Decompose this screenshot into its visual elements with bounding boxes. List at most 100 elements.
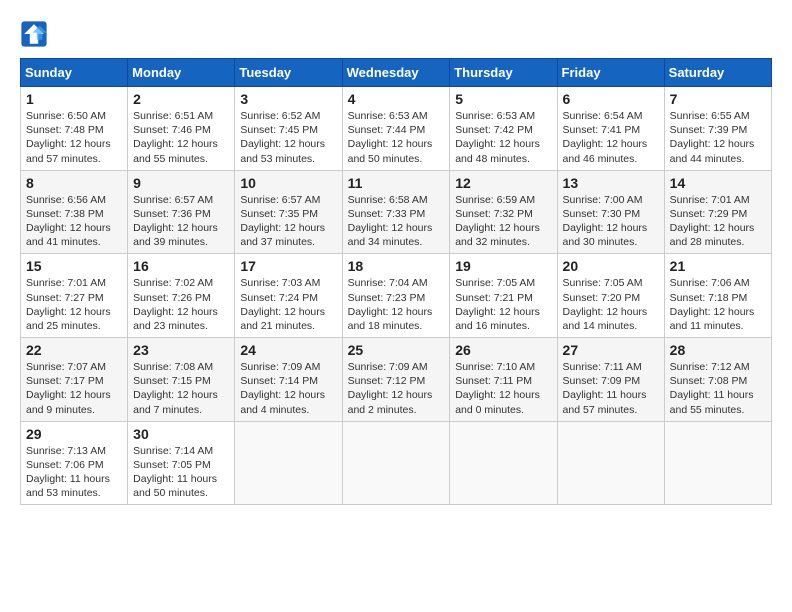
calendar-cell: 16 Sunrise: 7:02 AM Sunset: 7:26 PM Dayli… xyxy=(128,254,235,338)
day-info: Sunrise: 6:51 AM Sunset: 7:46 PM Dayligh… xyxy=(133,109,229,166)
page-header xyxy=(20,20,772,48)
day-info: Sunrise: 6:57 AM Sunset: 7:36 PM Dayligh… xyxy=(133,193,229,250)
day-info: Sunrise: 7:01 AM Sunset: 7:29 PM Dayligh… xyxy=(670,193,766,250)
day-number: 7 xyxy=(670,91,766,107)
day-number: 13 xyxy=(563,175,659,191)
day-number: 29 xyxy=(26,426,122,442)
calendar-header-sunday: Sunday xyxy=(21,59,128,87)
calendar-cell: 19 Sunrise: 7:05 AM Sunset: 7:21 PM Dayli… xyxy=(450,254,557,338)
day-info: Sunrise: 7:12 AM Sunset: 7:08 PM Dayligh… xyxy=(670,360,766,417)
day-info: Sunrise: 6:50 AM Sunset: 7:48 PM Dayligh… xyxy=(26,109,122,166)
calendar-cell: 30Sunrise: 7:14 AM Sunset: 7:05 PM Dayli… xyxy=(128,421,235,505)
day-number: 27 xyxy=(563,342,659,358)
day-number: 28 xyxy=(670,342,766,358)
day-number: 20 xyxy=(563,258,659,274)
day-info: Sunrise: 7:08 AM Sunset: 7:15 PM Dayligh… xyxy=(133,360,229,417)
day-number: 22 xyxy=(26,342,122,358)
day-info: Sunrise: 6:53 AM Sunset: 7:44 PM Dayligh… xyxy=(348,109,445,166)
day-info: Sunrise: 7:13 AM Sunset: 7:06 PM Dayligh… xyxy=(26,444,122,501)
day-info: Sunrise: 7:05 AM Sunset: 7:20 PM Dayligh… xyxy=(563,276,659,333)
calendar-cell: 4 Sunrise: 6:53 AM Sunset: 7:44 PM Daylig… xyxy=(342,87,450,171)
calendar-cell xyxy=(664,421,771,505)
calendar-table: SundayMondayTuesdayWednesdayThursdayFrid… xyxy=(20,58,772,505)
day-number: 21 xyxy=(670,258,766,274)
day-number: 9 xyxy=(133,175,229,191)
calendar-header-friday: Friday xyxy=(557,59,664,87)
day-number: 11 xyxy=(348,175,445,191)
calendar-cell: 11 Sunrise: 6:58 AM Sunset: 7:33 PM Dayli… xyxy=(342,170,450,254)
day-info: Sunrise: 7:03 AM Sunset: 7:24 PM Dayligh… xyxy=(240,276,336,333)
day-number: 3 xyxy=(240,91,336,107)
day-info: Sunrise: 6:58 AM Sunset: 7:33 PM Dayligh… xyxy=(348,193,445,250)
calendar-cell: 14 Sunrise: 7:01 AM Sunset: 7:29 PM Dayli… xyxy=(664,170,771,254)
day-number: 16 xyxy=(133,258,229,274)
day-number: 2 xyxy=(133,91,229,107)
calendar-cell: 20 Sunrise: 7:05 AM Sunset: 7:20 PM Dayli… xyxy=(557,254,664,338)
day-info: Sunrise: 7:10 AM Sunset: 7:11 PM Dayligh… xyxy=(455,360,551,417)
day-number: 1 xyxy=(26,91,122,107)
day-number: 14 xyxy=(670,175,766,191)
day-info: Sunrise: 7:05 AM Sunset: 7:21 PM Dayligh… xyxy=(455,276,551,333)
day-info: Sunrise: 7:09 AM Sunset: 7:14 PM Dayligh… xyxy=(240,360,336,417)
calendar-header-monday: Monday xyxy=(128,59,235,87)
calendar-cell: 2 Sunrise: 6:51 AM Sunset: 7:46 PM Daylig… xyxy=(128,87,235,171)
calendar-cell: 26Sunrise: 7:10 AM Sunset: 7:11 PM Dayli… xyxy=(450,338,557,422)
day-info: Sunrise: 7:11 AM Sunset: 7:09 PM Dayligh… xyxy=(563,360,659,417)
day-info: Sunrise: 7:09 AM Sunset: 7:12 PM Dayligh… xyxy=(348,360,445,417)
calendar-cell xyxy=(557,421,664,505)
calendar-header-row: SundayMondayTuesdayWednesdayThursdayFrid… xyxy=(21,59,772,87)
calendar-cell: 24Sunrise: 7:09 AM Sunset: 7:14 PM Dayli… xyxy=(235,338,342,422)
day-info: Sunrise: 7:02 AM Sunset: 7:26 PM Dayligh… xyxy=(133,276,229,333)
calendar-cell: 6 Sunrise: 6:54 AM Sunset: 7:41 PM Daylig… xyxy=(557,87,664,171)
day-info: Sunrise: 6:56 AM Sunset: 7:38 PM Dayligh… xyxy=(26,193,122,250)
calendar-cell xyxy=(235,421,342,505)
calendar-cell xyxy=(342,421,450,505)
calendar-cell: 1 Sunrise: 6:50 AM Sunset: 7:48 PM Daylig… xyxy=(21,87,128,171)
calendar-cell: 21 Sunrise: 7:06 AM Sunset: 7:18 PM Dayli… xyxy=(664,254,771,338)
day-info: Sunrise: 6:57 AM Sunset: 7:35 PM Dayligh… xyxy=(240,193,336,250)
calendar-cell: 3 Sunrise: 6:52 AM Sunset: 7:45 PM Daylig… xyxy=(235,87,342,171)
day-info: Sunrise: 7:04 AM Sunset: 7:23 PM Dayligh… xyxy=(348,276,445,333)
calendar-week-3: 15 Sunrise: 7:01 AM Sunset: 7:27 PM Dayli… xyxy=(21,254,772,338)
calendar-header-wednesday: Wednesday xyxy=(342,59,450,87)
day-number: 12 xyxy=(455,175,551,191)
day-info: Sunrise: 6:54 AM Sunset: 7:41 PM Dayligh… xyxy=(563,109,659,166)
calendar-header-tuesday: Tuesday xyxy=(235,59,342,87)
day-number: 19 xyxy=(455,258,551,274)
day-info: Sunrise: 7:00 AM Sunset: 7:30 PM Dayligh… xyxy=(563,193,659,250)
day-number: 18 xyxy=(348,258,445,274)
calendar-cell: 17 Sunrise: 7:03 AM Sunset: 7:24 PM Dayli… xyxy=(235,254,342,338)
calendar-cell: 9 Sunrise: 6:57 AM Sunset: 7:36 PM Daylig… xyxy=(128,170,235,254)
logo-icon xyxy=(20,20,48,48)
day-info: Sunrise: 7:01 AM Sunset: 7:27 PM Dayligh… xyxy=(26,276,122,333)
calendar-cell: 8 Sunrise: 6:56 AM Sunset: 7:38 PM Daylig… xyxy=(21,170,128,254)
day-number: 23 xyxy=(133,342,229,358)
calendar-cell: 18 Sunrise: 7:04 AM Sunset: 7:23 PM Dayli… xyxy=(342,254,450,338)
day-info: Sunrise: 6:55 AM Sunset: 7:39 PM Dayligh… xyxy=(670,109,766,166)
day-info: Sunrise: 7:07 AM Sunset: 7:17 PM Dayligh… xyxy=(26,360,122,417)
calendar-week-4: 22 Sunrise: 7:07 AM Sunset: 7:17 PM Dayli… xyxy=(21,338,772,422)
day-number: 15 xyxy=(26,258,122,274)
calendar-cell: 22 Sunrise: 7:07 AM Sunset: 7:17 PM Dayli… xyxy=(21,338,128,422)
calendar-cell: 27 Sunrise: 7:11 AM Sunset: 7:09 PM Dayli… xyxy=(557,338,664,422)
calendar-cell xyxy=(450,421,557,505)
day-number: 6 xyxy=(563,91,659,107)
day-number: 8 xyxy=(26,175,122,191)
day-number: 5 xyxy=(455,91,551,107)
calendar-cell: 12 Sunrise: 6:59 AM Sunset: 7:32 PM Dayli… xyxy=(450,170,557,254)
day-number: 4 xyxy=(348,91,445,107)
day-info: Sunrise: 6:52 AM Sunset: 7:45 PM Dayligh… xyxy=(240,109,336,166)
calendar-week-5: 29 Sunrise: 7:13 AM Sunset: 7:06 PM Dayli… xyxy=(21,421,772,505)
day-info: Sunrise: 7:06 AM Sunset: 7:18 PM Dayligh… xyxy=(670,276,766,333)
calendar-cell: 15 Sunrise: 7:01 AM Sunset: 7:27 PM Dayli… xyxy=(21,254,128,338)
day-info: Sunrise: 6:59 AM Sunset: 7:32 PM Dayligh… xyxy=(455,193,551,250)
calendar-cell: 5Sunrise: 6:53 AM Sunset: 7:42 PM Daylig… xyxy=(450,87,557,171)
calendar-cell: 28 Sunrise: 7:12 AM Sunset: 7:08 PM Dayli… xyxy=(664,338,771,422)
logo xyxy=(20,20,50,48)
calendar-week-2: 8 Sunrise: 6:56 AM Sunset: 7:38 PM Daylig… xyxy=(21,170,772,254)
calendar-cell: 10Sunrise: 6:57 AM Sunset: 7:35 PM Dayli… xyxy=(235,170,342,254)
day-number: 30 xyxy=(133,426,229,442)
calendar-header-thursday: Thursday xyxy=(450,59,557,87)
day-number: 17 xyxy=(240,258,336,274)
calendar-cell: 7 Sunrise: 6:55 AM Sunset: 7:39 PM Daylig… xyxy=(664,87,771,171)
